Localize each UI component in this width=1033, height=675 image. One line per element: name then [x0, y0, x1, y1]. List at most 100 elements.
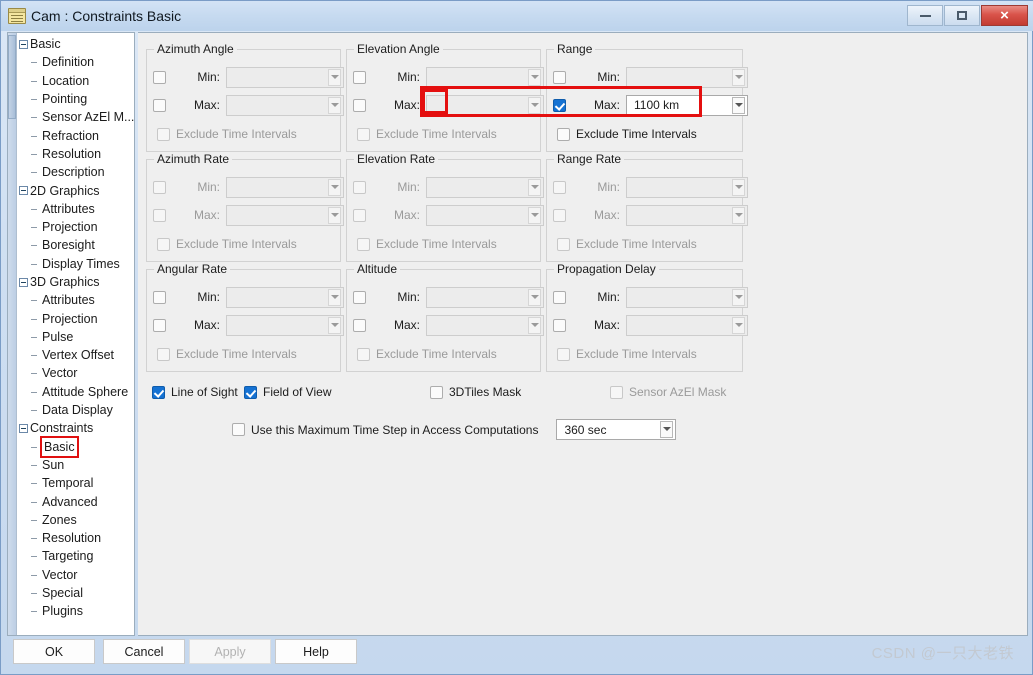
- angular-rate-min-input[interactable]: [226, 286, 344, 308]
- tree-item-vector[interactable]: Vector: [18, 566, 134, 584]
- elevation-angle-min-spinner-icon[interactable]: [528, 68, 541, 86]
- tree-item-sun[interactable]: Sun: [18, 456, 134, 474]
- tree-collapse-icon[interactable]: [19, 186, 28, 196]
- tree-scrollbar[interactable]: [8, 33, 17, 635]
- azimuth-angle-min-checkbox[interactable]: [153, 70, 166, 84]
- propagation-delay-max-spinner-icon[interactable]: [732, 316, 745, 334]
- flag-line-of-sight[interactable]: Line of Sight: [152, 385, 238, 399]
- flag-3dtiles-mask[interactable]: 3DTiles Mask: [430, 385, 521, 399]
- cancel-button[interactable]: Cancel: [103, 639, 185, 664]
- tree-item-advanced[interactable]: Advanced: [18, 492, 134, 510]
- tree-item-projection[interactable]: Projection: [18, 218, 134, 236]
- propagation-delay-min-input[interactable]: [626, 286, 748, 308]
- elevation-rate-max-spinner-icon[interactable]: [528, 206, 541, 224]
- tree-item-resolution[interactable]: Resolution: [18, 529, 134, 547]
- elevation-angle-min-checkbox[interactable]: [353, 70, 366, 84]
- flag-field-of-view[interactable]: Field of View: [244, 385, 331, 399]
- max-timestep-input[interactable]: 360 sec: [556, 419, 677, 440]
- tree-item-pointing[interactable]: Pointing: [18, 90, 134, 108]
- angular-rate-max-spinner-icon[interactable]: [328, 316, 341, 334]
- propagation-delay-max-checkbox[interactable]: [553, 318, 566, 332]
- azimuth-angle-min-spinner-icon[interactable]: [328, 68, 341, 86]
- angular-rate-max-input[interactable]: [226, 314, 344, 336]
- tree-item-3d-graphics[interactable]: 3D Graphics: [18, 273, 134, 291]
- angular-rate-min-checkbox[interactable]: [153, 290, 166, 304]
- tree-item-attributes[interactable]: Attributes: [18, 200, 134, 218]
- azimuth-rate-min-input: [226, 176, 344, 198]
- propagation-delay-min-spinner-icon[interactable]: [732, 288, 745, 306]
- elevation-angle-max-spinner-icon[interactable]: [528, 96, 541, 114]
- range-min-input[interactable]: [626, 66, 748, 88]
- tree-item-vector[interactable]: Vector: [18, 364, 134, 382]
- azimuth-rate-min-spinner-icon[interactable]: [328, 178, 341, 196]
- tree-item-basic[interactable]: Basic: [18, 435, 134, 458]
- tree-item-location[interactable]: Location: [18, 72, 134, 90]
- range-min-checkbox[interactable]: [553, 70, 566, 84]
- tree-item-targeting[interactable]: Targeting: [18, 547, 134, 565]
- tree-item-plugins[interactable]: Plugins: [18, 602, 134, 620]
- flag-field-of-view-checkbox[interactable]: [244, 385, 257, 399]
- tree-item-data-display[interactable]: Data Display: [18, 401, 134, 419]
- range-max-spinner-icon[interactable]: [732, 96, 745, 114]
- tree-scrollbar-thumb[interactable]: [8, 35, 16, 119]
- altitude-max-input[interactable]: [426, 314, 544, 336]
- azimuth-angle-max-checkbox[interactable]: [153, 98, 166, 112]
- tree-item-refraction[interactable]: Refraction: [18, 126, 134, 144]
- altitude-min-input[interactable]: [426, 286, 544, 308]
- altitude-max-checkbox[interactable]: [353, 318, 366, 332]
- elevation-rate-min-spinner-icon[interactable]: [528, 178, 541, 196]
- tree-item-sensor-azel-m[interactable]: Sensor AzEl M...: [18, 108, 134, 126]
- flag-3dtiles-mask-checkbox[interactable]: [430, 385, 443, 399]
- tree-item-boresight[interactable]: Boresight: [18, 236, 134, 254]
- azimuth-angle-max-input[interactable]: [226, 94, 344, 116]
- ok-button[interactable]: OK: [13, 639, 95, 664]
- range-max-input[interactable]: 1100 km: [626, 94, 748, 116]
- maximize-button[interactable]: [944, 5, 980, 26]
- tree-item-display-times[interactable]: Display Times: [18, 255, 134, 273]
- azimuth-angle-min-input[interactable]: [226, 66, 344, 88]
- close-button[interactable]: ×: [981, 5, 1028, 26]
- elevation-angle-max-checkbox[interactable]: [353, 98, 366, 112]
- range-rate-min-spinner-icon[interactable]: [732, 178, 745, 196]
- tree-collapse-icon[interactable]: [19, 277, 28, 287]
- tree-collapse-icon[interactable]: [19, 39, 28, 49]
- max-timestep-spinner-icon[interactable]: [660, 421, 674, 438]
- range-min-spinner-icon[interactable]: [732, 68, 745, 86]
- azimuth-angle-max-spinner-icon[interactable]: [328, 96, 341, 114]
- tree-item-description[interactable]: Description: [18, 163, 134, 181]
- tree-item-resolution[interactable]: Resolution: [18, 145, 134, 163]
- range-rate-max-spinner-icon[interactable]: [732, 206, 745, 224]
- propagation-delay-max-input[interactable]: [626, 314, 748, 336]
- elevation-angle-max-input[interactable]: [426, 94, 544, 116]
- range-max-checkbox[interactable]: [553, 98, 566, 112]
- tree-item-special[interactable]: Special: [18, 584, 134, 602]
- tree-item-constraints[interactable]: Constraints: [18, 419, 134, 437]
- tree-item-temporal[interactable]: Temporal: [18, 474, 134, 492]
- flag-line-of-sight-checkbox[interactable]: [152, 385, 165, 399]
- tree-item-projection[interactable]: Projection: [18, 309, 134, 327]
- angular-rate-max-checkbox[interactable]: [153, 318, 166, 332]
- max-timestep-checkbox[interactable]: [232, 423, 245, 436]
- angular-rate-min-spinner-icon[interactable]: [328, 288, 341, 306]
- tree-item-attitude-sphere[interactable]: Attitude Sphere: [18, 383, 134, 401]
- tree-item-basic[interactable]: Basic: [18, 35, 134, 53]
- tree-item-attributes[interactable]: Attributes: [18, 291, 134, 309]
- range-exclude-checkbox[interactable]: [557, 127, 570, 141]
- propagation-delay-min-checkbox[interactable]: [553, 290, 566, 304]
- tree-item-pulse[interactable]: Pulse: [18, 328, 134, 346]
- tree-item-2d-graphics[interactable]: 2D Graphics: [18, 181, 134, 199]
- tree-branch-icon: [30, 460, 40, 470]
- range-max-label: Max:: [593, 98, 620, 112]
- help-button[interactable]: Help: [275, 639, 357, 664]
- altitude-min-spinner-icon[interactable]: [528, 288, 541, 306]
- altitude-max-spinner-icon[interactable]: [528, 316, 541, 334]
- altitude-min-checkbox[interactable]: [353, 290, 366, 304]
- elevation-angle-min-input[interactable]: [426, 66, 544, 88]
- minimize-button[interactable]: [907, 5, 943, 26]
- azimuth-rate-max-spinner-icon[interactable]: [328, 206, 341, 224]
- tree-item-vertex-offset[interactable]: Vertex Offset: [18, 346, 134, 364]
- tree-collapse-icon[interactable]: [19, 423, 28, 433]
- tree-item-zones[interactable]: Zones: [18, 511, 134, 529]
- tree-item-definition[interactable]: Definition: [18, 53, 134, 71]
- altitude-exclude-row: Exclude Time Intervals: [357, 347, 497, 361]
